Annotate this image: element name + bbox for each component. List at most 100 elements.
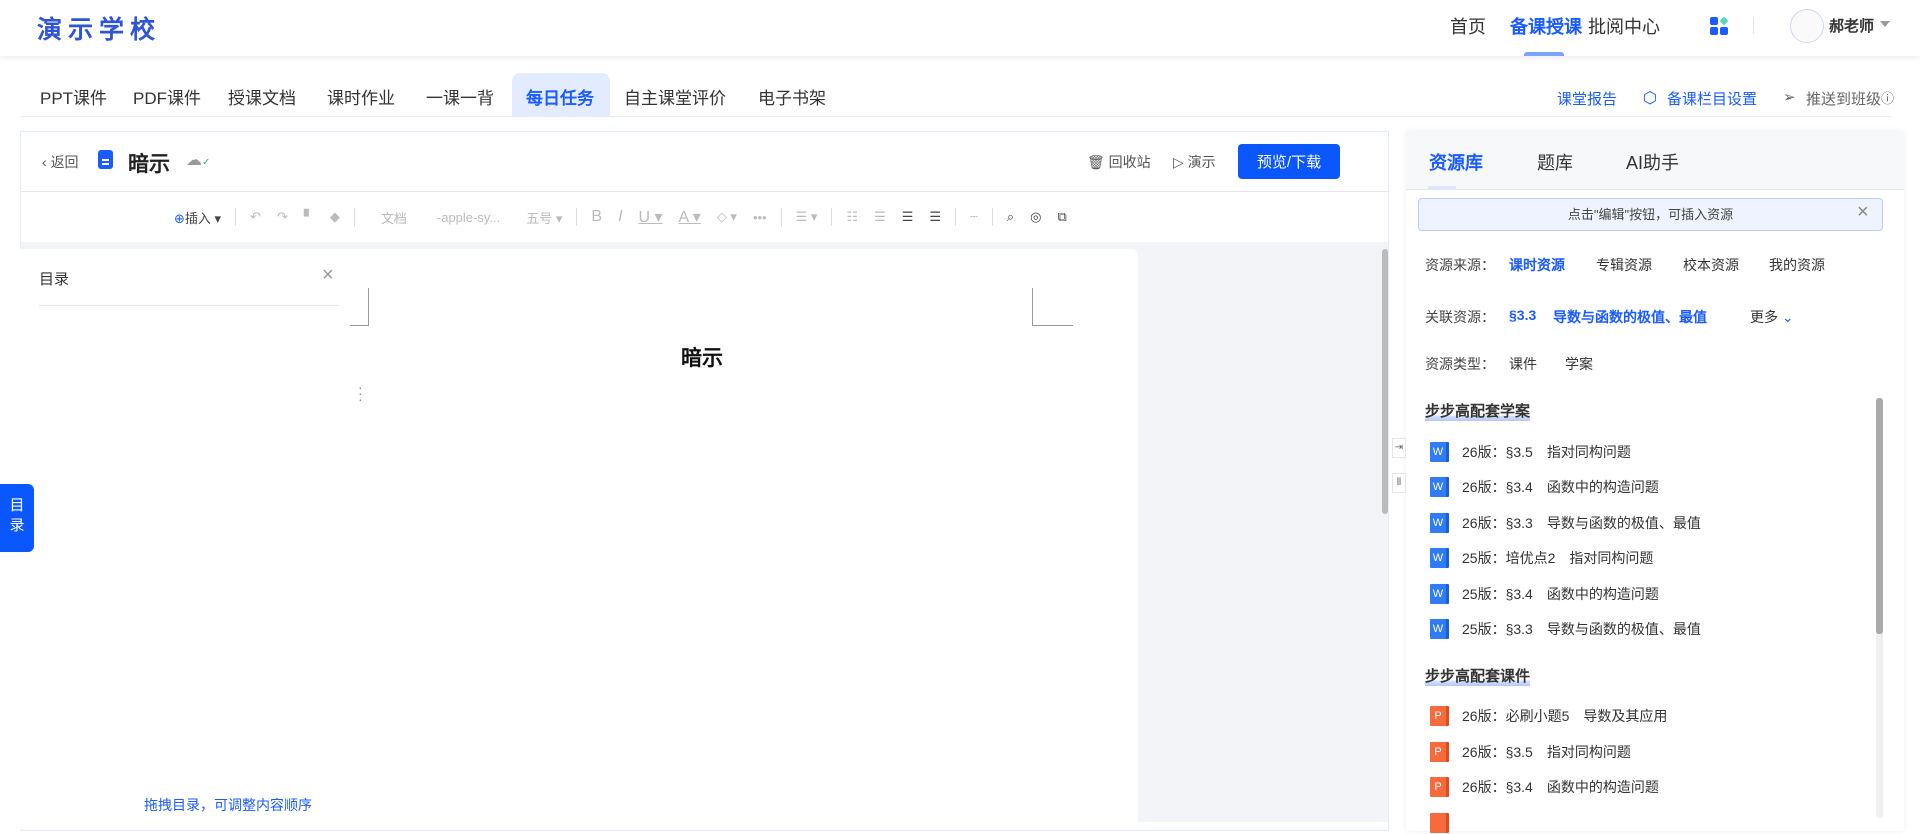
present-label: 演示 <box>1187 154 1216 170</box>
bold-icon[interactable]: B <box>591 208 602 226</box>
related-label: 关联资源： <box>1425 309 1495 325</box>
style-select[interactable]: 文档 <box>381 208 407 227</box>
user-name[interactable]: 郝老师 <box>1829 15 1874 36</box>
tab-homework[interactable]: 课时作业 <box>327 84 395 109</box>
tab-recite[interactable]: 一课一背 <box>426 84 494 109</box>
related-title[interactable]: 导数与函数的极值、最值 <box>1553 307 1707 327</box>
item-label: 26版：§3.3 导数与函数的极值、最值 <box>1462 515 1701 531</box>
tab-resource-library[interactable]: 资源库 <box>1429 149 1483 175</box>
word-file-icon: W <box>1430 442 1449 462</box>
undo-icon[interactable]: ↶ <box>250 209 261 225</box>
tab-ai-assistant[interactable]: AI助手 <box>1626 149 1679 175</box>
type-courseware[interactable]: 课件 <box>1509 354 1537 374</box>
help-icon[interactable]: ⓘ <box>1881 88 1894 107</box>
insert-hint-banner: 点击"编辑"按钮，可插入资源 <box>1418 198 1883 231</box>
send-icon[interactable]: ➢ <box>1783 88 1796 106</box>
toc-panel <box>20 249 361 829</box>
chevron-down-icon[interactable] <box>1880 21 1890 32</box>
font-select[interactable]: -apple-sy... <box>437 210 500 225</box>
document-page[interactable] <box>361 249 1138 829</box>
font-color-icon[interactable]: A ▾ <box>679 207 701 227</box>
item-label: 26版：§3.4 函数中的构造问题 <box>1462 779 1659 795</box>
shapes-icon[interactable]: ⧉ <box>1057 209 1066 225</box>
panel-scrollbar[interactable] <box>1876 398 1883 634</box>
class-report-link[interactable]: 课堂报告 <box>1557 88 1617 109</box>
tab-daily-task[interactable]: 每日任务 <box>526 84 594 109</box>
type-study-plan[interactable]: 学案 <box>1565 354 1593 374</box>
nav-grading-center[interactable]: 批阅中心 <box>1588 13 1660 39</box>
divider-line-icon[interactable]: ┄ <box>970 209 978 225</box>
present-button[interactable]: ▷ 演示 <box>1173 152 1216 172</box>
recycle-bin-button[interactable]: 🗑 回收站 <box>1087 152 1151 172</box>
apps-grid-icon[interactable] <box>1710 16 1729 35</box>
type-label: 资源类型： <box>1425 356 1495 372</box>
more-button[interactable]: 更多 ⌄ <box>1750 307 1794 327</box>
list-item[interactable]: W 25版：培优点2 指对同构问题 <box>1430 547 1653 569</box>
tab-teaching-doc[interactable]: 授课文档 <box>228 84 296 109</box>
list-item[interactable]: P 26版：§3.5 指对同构问题 <box>1430 741 1631 763</box>
insert-button[interactable]: ⊕插入 ▾ <box>174 208 221 227</box>
size-label: 五号 <box>526 210 553 226</box>
avatar[interactable] <box>1790 9 1824 43</box>
redo-icon[interactable]: ↷ <box>277 209 288 225</box>
section-title: 步步高配套课件 <box>1425 665 1531 686</box>
school-logo[interactable]: 演示学校 <box>37 10 161 46</box>
insert-label: 插入 <box>184 210 211 226</box>
italic-icon[interactable]: I <box>618 208 622 226</box>
editor-scrollbar[interactable] <box>1382 249 1388 514</box>
tab-question-bank[interactable]: 题库 <box>1537 149 1573 175</box>
split-resize-icon[interactable]: ⫴ <box>1392 473 1406 493</box>
back-button[interactable]: ‹ 返回 <box>42 152 79 172</box>
list-item[interactable]: W 26版：§3.3 导数与函数的极值、最值 <box>1430 512 1701 534</box>
source-lesson[interactable]: 课时资源 <box>1509 255 1565 275</box>
find-replace-icon[interactable]: ⌕ <box>1007 209 1014 225</box>
document-title[interactable]: 暗示 <box>128 148 170 178</box>
highlight-icon[interactable]: ◇ ▾ <box>717 209 737 225</box>
source-album[interactable]: 专辑资源 <box>1596 255 1652 275</box>
column-settings-link[interactable]: 备课栏目设置 <box>1667 88 1757 109</box>
list-item[interactable]: W 25版：§3.4 函数中的构造问题 <box>1430 583 1659 605</box>
related-section[interactable]: §3.3 <box>1509 307 1536 323</box>
source-school[interactable]: 校本资源 <box>1683 255 1739 275</box>
settings-icon[interactable]: ⬡ <box>1643 88 1657 108</box>
tab-ppt[interactable]: PPT课件 <box>40 84 107 109</box>
list-item[interactable]: P 26版：§3.4 函数中的构造问题 <box>1430 776 1659 798</box>
more-icon[interactable]: ••• <box>753 210 767 225</box>
push-to-class-link[interactable]: 推送到班级 <box>1806 88 1881 109</box>
close-icon[interactable]: × <box>1857 201 1869 224</box>
list-item[interactable]: W 26版：§3.4 函数中的构造问题 <box>1430 476 1659 498</box>
outdent-icon[interactable]: ☰ <box>902 209 914 225</box>
preview-download-button[interactable]: 预览/下载 <box>1238 144 1340 179</box>
indent-icon[interactable]: ☰ <box>874 209 886 225</box>
collapse-panel-icon[interactable]: ⇥ <box>1392 438 1406 458</box>
camera-icon[interactable]: ◎ <box>1030 209 1041 225</box>
list-item[interactable]: P 26版：必刷小题5 导数及其应用 <box>1430 705 1667 727</box>
eraser-icon[interactable]: ◆ <box>330 209 340 225</box>
align-icon[interactable]: ☰ ▾ <box>796 209 818 225</box>
list-item[interactable]: W 25版：§3.3 导数与函数的极值、最值 <box>1430 618 1701 640</box>
underline-icon[interactable]: U ▾ <box>639 207 663 227</box>
nav-active-indicator <box>1524 52 1564 56</box>
list-item[interactable]: W 26版：§3.5 指对同构问题 <box>1430 441 1631 463</box>
format-painter-icon[interactable]: ▘ <box>304 209 314 225</box>
resize-handle-icon[interactable]: · · · <box>358 380 364 406</box>
tab-pdf[interactable]: PDF课件 <box>133 84 201 109</box>
toc-side-tab[interactable]: 目录 <box>0 484 34 552</box>
nav-home[interactable]: 首页 <box>1450 13 1486 39</box>
section-title: 步步高配套学案 <box>1425 400 1531 421</box>
present-icon: ▷ <box>1173 154 1188 170</box>
line-spacing-icon[interactable]: ☷ <box>846 209 858 225</box>
nav-lesson-prep[interactable]: 备课授课 <box>1510 13 1582 39</box>
tab-ebook-shelf[interactable]: 电子书架 <box>758 84 826 109</box>
item-label: 26版：§3.4 函数中的构造问题 <box>1462 479 1659 495</box>
close-icon[interactable]: × <box>322 264 334 287</box>
paragraph-spacing-icon[interactable]: ☰ <box>929 209 941 225</box>
size-select[interactable]: 五号 ▾ <box>526 208 562 227</box>
page-heading[interactable]: 暗示 <box>361 342 1043 372</box>
tab-class-eval[interactable]: 自主课堂评价 <box>624 84 726 109</box>
item-label: 26版：必刷小题5 导数及其应用 <box>1462 708 1668 724</box>
tab-divider <box>20 116 1892 117</box>
header-divider <box>1753 18 1754 34</box>
list-item-partial[interactable] <box>1430 812 1462 834</box>
source-mine[interactable]: 我的资源 <box>1769 255 1825 275</box>
